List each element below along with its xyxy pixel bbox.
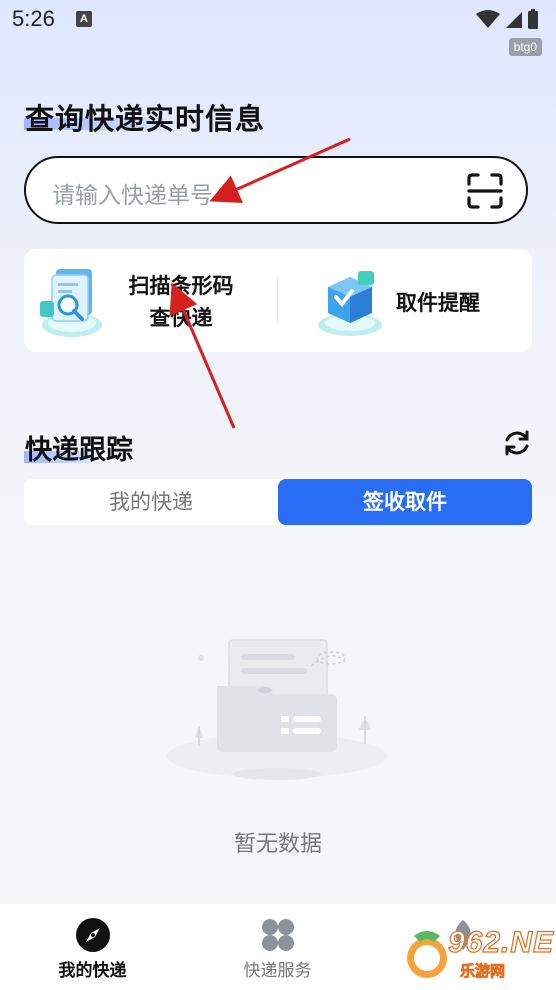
scan-icon[interactable]: [466, 172, 504, 210]
status-time: 5:26: [12, 6, 55, 31]
package-box-icon: [318, 271, 382, 336]
page-title: 查询快递实时信息: [25, 102, 266, 136]
divider: [277, 277, 278, 323]
site-watermark: 962.NET 乐游网: [398, 925, 556, 982]
watermark-text: 962.NET: [447, 925, 556, 959]
watermark-logo-icon: [407, 931, 447, 978]
nav-label: 我的快递: [58, 961, 127, 981]
tracking-tabs: 我的快递 签收取件: [24, 479, 532, 525]
section-title: 快递跟踪: [25, 435, 133, 466]
service-card: 扫描条形码 查快递 取件提醒: [24, 249, 532, 352]
refresh-icon[interactable]: [502, 428, 532, 458]
nav-express-service[interactable]: 快递服务: [185, 904, 370, 990]
empty-folder-icon: [167, 639, 387, 780]
signal-battery-icon: [476, 9, 538, 29]
empty-state-text: 暂无数据: [233, 832, 322, 857]
tab-signed-pickup[interactable]: 签收取件: [278, 479, 532, 525]
tab-my-express[interactable]: 我的快递: [24, 479, 278, 525]
nav-label: 快递服务: [243, 961, 312, 981]
search-input[interactable]: 请输入快递单号: [52, 176, 213, 210]
device-tag: btg0: [508, 38, 542, 56]
scan-barcode-label: 扫描条形码 查快递: [128, 274, 234, 330]
scan-document-icon: [40, 269, 102, 337]
watermark-subtext: 乐游网: [460, 962, 506, 981]
compass-icon: [76, 918, 110, 952]
tracking-number-search[interactable]: 请输入快递单号: [24, 156, 528, 224]
nav-my-express[interactable]: 我的快递: [0, 904, 185, 990]
status-bar: 5:26 A btg0: [0, 0, 556, 56]
pickup-reminder-label: 取件提醒: [396, 291, 480, 315]
notification-icon: A: [76, 11, 92, 27]
grid-icon: [262, 919, 294, 951]
